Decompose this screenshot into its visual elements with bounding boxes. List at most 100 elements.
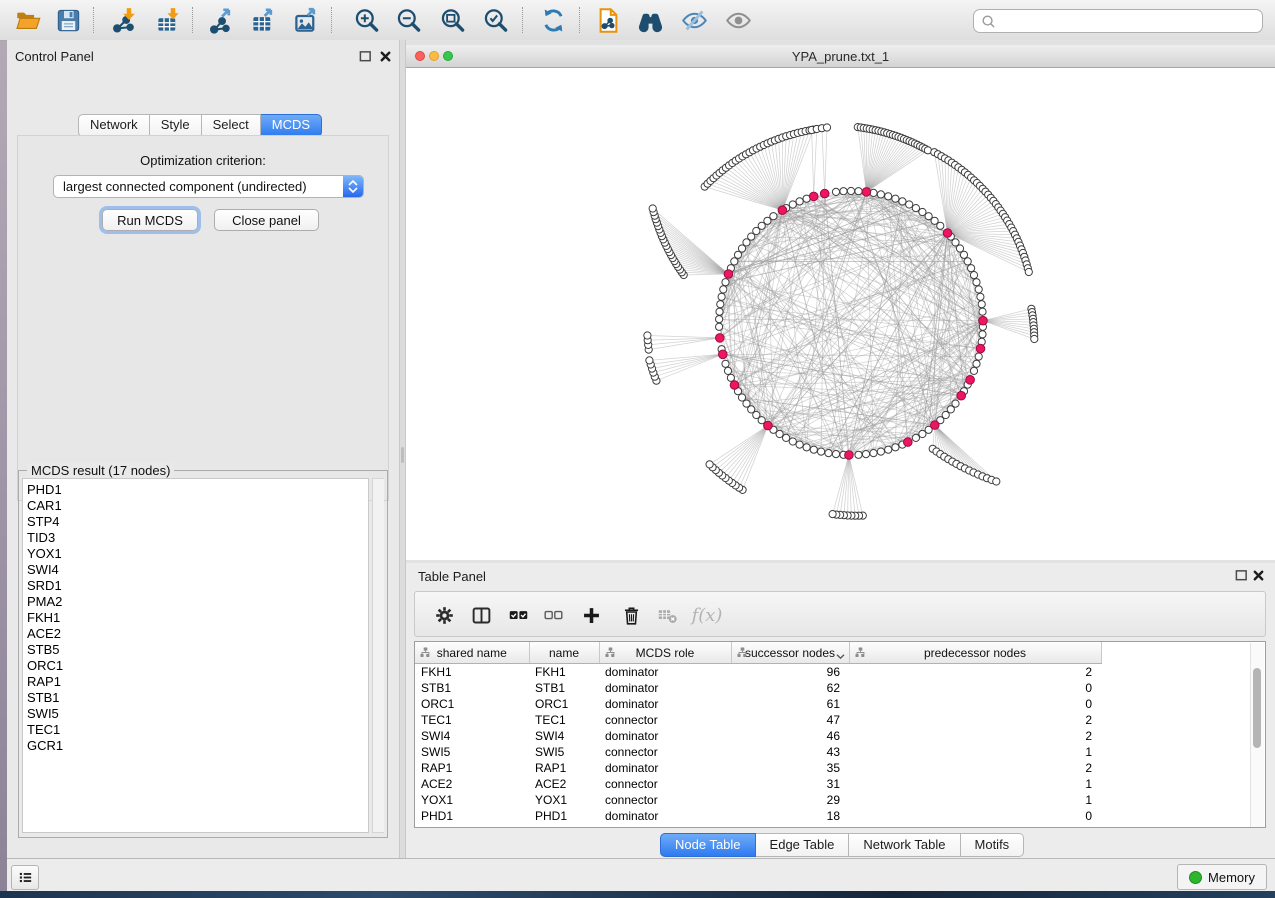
mcds-result-item[interactable]: ORC1 [27, 658, 368, 674]
splitter-grip[interactable] [401, 447, 404, 463]
mcds-result-item[interactable]: TID3 [27, 530, 368, 546]
column-header-mcds-role[interactable]: MCDS role [599, 642, 731, 664]
mcds-result-item[interactable]: TEC1 [27, 722, 368, 738]
import-table-button[interactable] [152, 5, 184, 35]
tab-network-table[interactable]: Network Table [849, 833, 960, 857]
cell-mcds-role[interactable]: connector [599, 712, 731, 728]
mcds-result-item[interactable]: YOX1 [27, 546, 368, 562]
cell-predecessor-nodes[interactable]: 0 [849, 696, 1101, 712]
mcds-result-item[interactable]: GCR1 [27, 738, 368, 754]
table-row[interactable]: SWI5 SWI5 connector 43 1 [415, 744, 1265, 760]
refresh-button[interactable] [537, 5, 569, 35]
select-all-button[interactable] [504, 601, 532, 629]
tab-network[interactable]: Network [78, 114, 150, 137]
cell-predecessor-nodes[interactable]: 1 [849, 792, 1101, 808]
cell-predecessor-nodes[interactable]: 2 [849, 760, 1101, 776]
tab-mcds[interactable]: MCDS [261, 114, 322, 137]
tab-edge-table[interactable]: Edge Table [756, 833, 850, 857]
cell-predecessor-nodes[interactable]: 2 [849, 712, 1101, 728]
cell-name[interactable]: RAP1 [529, 760, 599, 776]
cell-name[interactable]: ACE2 [529, 776, 599, 792]
delete-columns-button[interactable] [617, 601, 645, 629]
save-session-button[interactable] [52, 5, 84, 35]
table-row[interactable]: FKH1 FKH1 dominator 96 2 [415, 664, 1265, 681]
cell-shared-name[interactable]: ACE2 [415, 776, 529, 792]
network-from-document-button[interactable] [592, 5, 624, 35]
cell-shared-name[interactable]: SWI5 [415, 744, 529, 760]
cell-name[interactable]: FKH1 [529, 664, 599, 681]
show-panels-button[interactable] [11, 865, 39, 890]
cell-mcds-role[interactable]: connector [599, 792, 731, 808]
delete-table-button[interactable] [653, 601, 681, 629]
close-panel-button[interactable]: Close panel [214, 209, 319, 231]
cell-mcds-role[interactable]: connector [599, 776, 731, 792]
mcds-result-item[interactable]: CAR1 [27, 498, 368, 514]
cell-name[interactable]: SWI5 [529, 744, 599, 760]
cell-name[interactable]: TEC1 [529, 712, 599, 728]
cell-successor-nodes[interactable]: 29 [731, 792, 849, 808]
cell-successor-nodes[interactable]: 43 [731, 744, 849, 760]
run-mcds-button[interactable]: Run MCDS [102, 209, 198, 231]
cell-name[interactable]: YOX1 [529, 792, 599, 808]
optimization-criterion-select[interactable]: largest connected component (undirected) [53, 175, 364, 198]
tab-style[interactable]: Style [150, 114, 202, 137]
column-header-shared-name[interactable]: shared name [415, 642, 529, 664]
open-session-button[interactable] [12, 5, 44, 35]
column-header-predecessor-nodes[interactable]: predecessor nodes [849, 642, 1101, 664]
export-table-button[interactable] [247, 5, 279, 35]
mcds-result-list[interactable]: PHD1CAR1STP4TID3YOX1SWI4SRD1PMA2FKH1ACE2… [22, 478, 369, 833]
table-scrollbar[interactable] [1250, 643, 1264, 827]
table-row[interactable]: RAP1 RAP1 dominator 35 2 [415, 760, 1265, 776]
cell-successor-nodes[interactable]: 61 [731, 696, 849, 712]
split-columns-button[interactable] [467, 601, 495, 629]
mcds-result-item[interactable]: PHD1 [27, 482, 368, 498]
zoom-in-button[interactable] [350, 5, 382, 35]
export-image-button[interactable] [290, 5, 322, 35]
cell-successor-nodes[interactable]: 62 [731, 680, 849, 696]
show-hidden-button[interactable] [722, 5, 754, 35]
mcds-result-item[interactable]: SWI5 [27, 706, 368, 722]
table-row[interactable]: TEC1 TEC1 connector 47 2 [415, 712, 1265, 728]
table-row[interactable]: PHD1 PHD1 dominator 18 0 [415, 808, 1265, 824]
cell-name[interactable]: STB1 [529, 680, 599, 696]
cell-mcds-role[interactable]: dominator [599, 760, 731, 776]
table-row[interactable]: ORC1 ORC1 dominator 61 0 [415, 696, 1265, 712]
export-network-button[interactable] [205, 5, 237, 35]
hide-selected-button[interactable] [678, 5, 710, 35]
cell-shared-name[interactable]: FKH1 [415, 664, 529, 681]
table-row[interactable]: SWI4 SWI4 dominator 46 2 [415, 728, 1265, 744]
network-graph[interactable] [406, 68, 1275, 560]
zoom-selected-button[interactable] [479, 5, 511, 35]
cell-predecessor-nodes[interactable]: 1 [849, 744, 1101, 760]
import-network-button[interactable] [108, 5, 140, 35]
cell-shared-name[interactable]: RAP1 [415, 760, 529, 776]
cell-predecessor-nodes[interactable]: 0 [849, 808, 1101, 824]
panel-splitter[interactable] [399, 40, 406, 858]
memory-button[interactable]: Memory [1177, 864, 1267, 890]
tab-node-table[interactable]: Node Table [660, 833, 756, 857]
apply-function-button[interactable]: f(x) [687, 601, 727, 629]
close-table-panel-icon[interactable] [1252, 569, 1266, 583]
table-scrollbar-thumb[interactable] [1253, 668, 1261, 748]
cell-successor-nodes[interactable]: 96 [731, 664, 849, 681]
cell-successor-nodes[interactable]: 46 [731, 728, 849, 744]
add-column-button[interactable] [577, 601, 605, 629]
cell-name[interactable]: SWI4 [529, 728, 599, 744]
cell-successor-nodes[interactable]: 47 [731, 712, 849, 728]
cell-successor-nodes[interactable]: 18 [731, 808, 849, 824]
tab-motifs[interactable]: Motifs [961, 833, 1025, 857]
column-header-successor-nodes[interactable]: successor nodes [731, 642, 849, 664]
mcds-result-item[interactable]: STB5 [27, 642, 368, 658]
cell-predecessor-nodes[interactable]: 0 [849, 680, 1101, 696]
mcds-list-scrollbar[interactable] [372, 478, 384, 833]
mcds-result-item[interactable]: RAP1 [27, 674, 368, 690]
cell-name[interactable]: PHD1 [529, 808, 599, 824]
cell-shared-name[interactable]: SWI4 [415, 728, 529, 744]
cell-shared-name[interactable]: STB1 [415, 680, 529, 696]
close-panel-icon[interactable] [379, 50, 393, 64]
network-canvas[interactable] [406, 68, 1275, 560]
cell-mcds-role[interactable]: dominator [599, 680, 731, 696]
cell-mcds-role[interactable]: connector [599, 744, 731, 760]
cell-mcds-role[interactable]: dominator [599, 728, 731, 744]
cell-predecessor-nodes[interactable]: 1 [849, 776, 1101, 792]
